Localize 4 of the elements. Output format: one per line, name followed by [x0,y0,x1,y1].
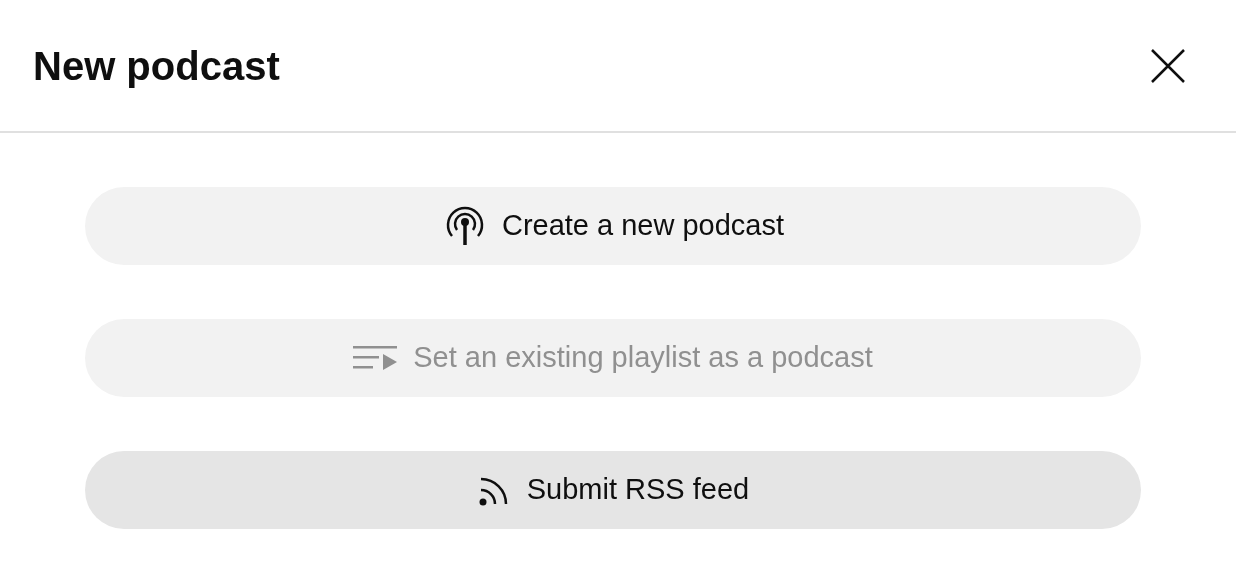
option-button[interactable]: Submit RSS feed [85,451,1141,529]
playlist-icon [353,343,400,373]
option-button[interactable]: Create a new podcast [85,187,1141,265]
dialog-title: New podcast [33,42,280,90]
